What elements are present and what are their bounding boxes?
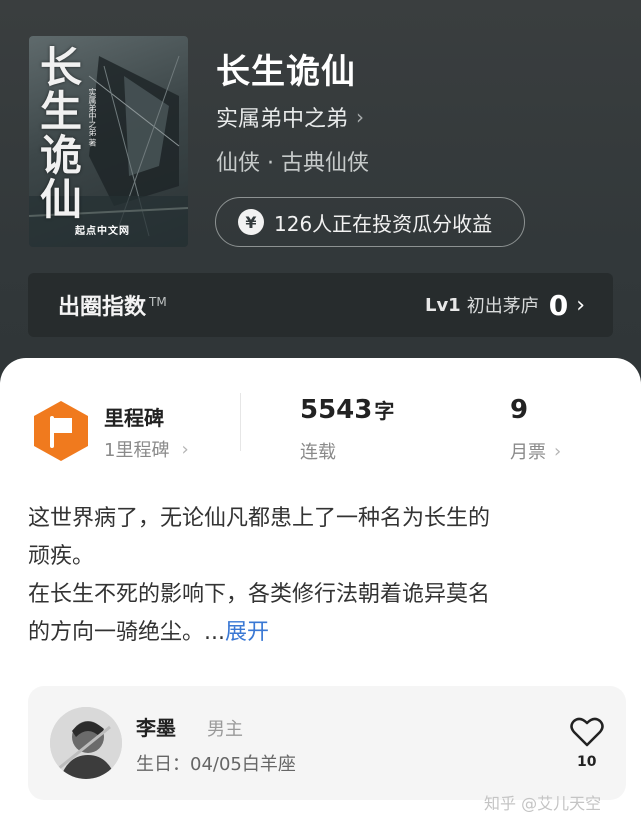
watermark: 知乎 @艾儿天空 (484, 794, 602, 813)
author-link[interactable]: 实属弟中之弟 › (216, 101, 364, 133)
level-badge: Lv1 (424, 294, 461, 316)
cover-title: 长生诡仙 (39, 43, 82, 224)
invest-label: 126人正在投资瓜分收益 (274, 211, 493, 236)
serial-status: 连载 (300, 442, 336, 463)
trademark-mark: TM (149, 295, 167, 309)
synopsis-line: 这世界病了，无论仙凡都患上了一种名为长生的 (28, 506, 491, 531)
synopsis-line: 顽疾。 (28, 544, 95, 569)
character-birthday: 生日：04/05白羊座 (136, 754, 296, 775)
word-count-unit: 字 (374, 399, 395, 423)
index-label-text: 出圈指数 (58, 295, 147, 320)
level-name: 初出茅庐 (466, 296, 539, 317)
milestone-link[interactable]: 1里程碑 › (104, 436, 189, 462)
index-label: 出圈指数 TM (58, 289, 167, 321)
index-score: 0 (548, 288, 569, 322)
divider (240, 393, 241, 451)
heart-icon[interactable] (570, 716, 604, 748)
synopsis-line-last: 的方向一骑绝尘。...展开 (28, 614, 613, 652)
cover-publisher: 起点中文网 (75, 226, 130, 237)
yen-icon: ¥ (238, 209, 264, 235)
monthly-votes-label: 月票 (510, 442, 546, 463)
genre-label: 仙侠 · 古典仙侠 (216, 151, 369, 176)
monthly-votes-link[interactable]: 月票 › (510, 438, 561, 464)
popularity-index-bar[interactable]: 出圈指数 TM Lv1 初出茅庐 0 › (28, 273, 613, 337)
character-portrait (50, 707, 122, 779)
chevron-right-icon: › (181, 438, 189, 460)
cover-author: 实属弟中之弟 著 (88, 88, 97, 147)
synopsis-line: 在长生不死的影响下，各类修行法朝着诡异莫名 (28, 582, 491, 607)
expand-link[interactable]: 展开 (225, 620, 269, 645)
book-header: 长生诡仙 实属弟中之弟 著 起点中文网 长生诡仙 实属弟中之弟 › 仙侠 · 古… (0, 0, 641, 420)
synopsis-line-text: 的方向一骑绝尘。... (28, 620, 225, 645)
chevron-right-icon: › (554, 440, 562, 462)
book-cover-image[interactable]: 长生诡仙 实属弟中之弟 著 起点中文网 (29, 36, 188, 247)
milestone-count: 1里程碑 (104, 440, 170, 461)
invest-button[interactable]: ¥ 126人正在投资瓜分收益 (215, 197, 525, 247)
word-count: 5543 字 (300, 395, 394, 425)
word-count-value: 5543 (300, 395, 373, 425)
book-title: 长生诡仙 (216, 52, 356, 92)
character-name: 李墨 (136, 716, 176, 740)
chevron-right-icon: › (356, 105, 365, 129)
avatar[interactable] (50, 707, 122, 779)
character-role: 男主 (207, 719, 243, 740)
chevron-right-icon: › (576, 292, 585, 318)
author-name-label: 实属弟中之弟 (216, 107, 349, 132)
milestone-title: 里程碑 (104, 406, 164, 430)
index-level: Lv1 初出茅庐 0 › (425, 289, 585, 322)
synopsis: 这世界病了，无论仙凡都患上了一种名为长生的 顽疾。 在长生不死的影响下，各类修行… (28, 500, 613, 652)
monthly-votes-value: 9 (510, 395, 529, 425)
milestone-flag-icon[interactable] (32, 400, 90, 462)
like-count: 10 (577, 754, 597, 770)
